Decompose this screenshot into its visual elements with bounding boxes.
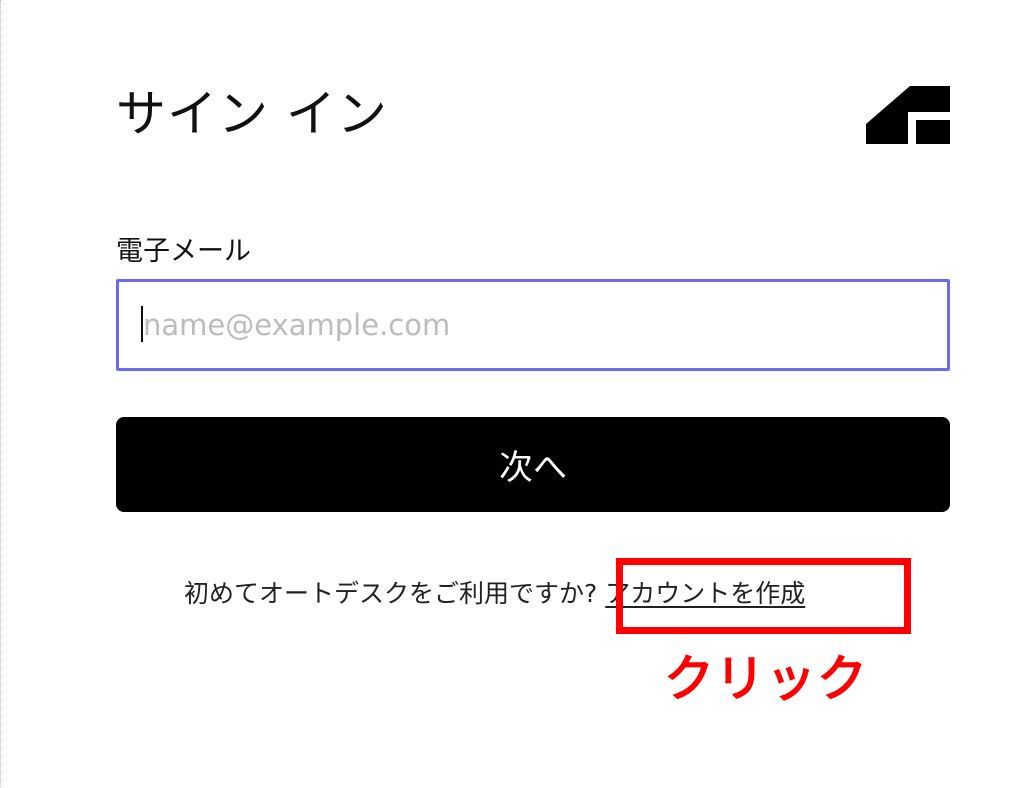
create-account-link[interactable]: アカウントを作成 [605, 579, 805, 608]
next-button[interactable]: 次へ [116, 417, 950, 512]
email-label: 電子メール [116, 236, 251, 267]
click-annotation: クリック [664, 650, 868, 708]
text-caret [141, 306, 143, 342]
autodesk-logo-icon [866, 86, 950, 144]
signup-prompt: 初めてオートデスクをご利用ですか? [184, 579, 598, 608]
signup-row: 初めてオートデスクをご利用ですか? アカウントを作成 [184, 574, 805, 614]
page-title: サイン イン [116, 85, 388, 143]
email-input[interactable] [116, 279, 950, 371]
page-edge-divider [0, 0, 3, 788]
